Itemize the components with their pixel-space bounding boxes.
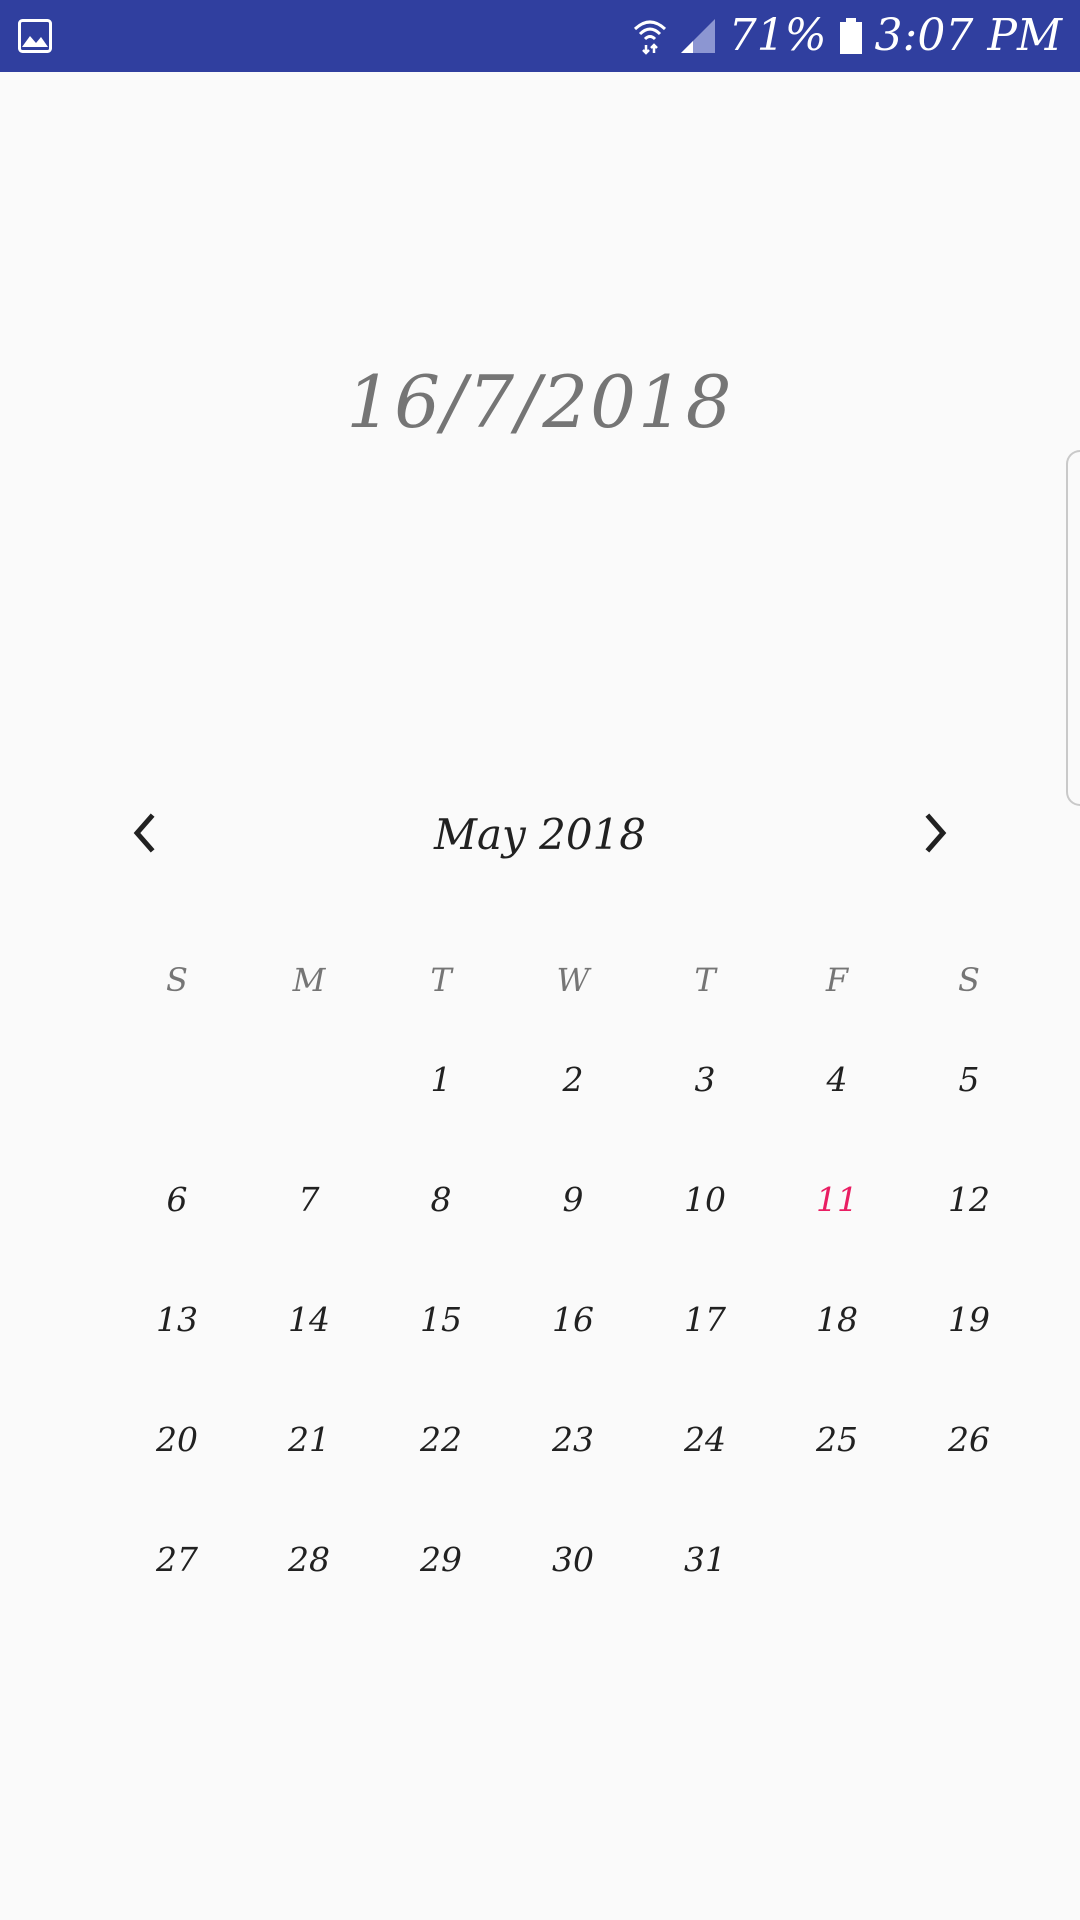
status-bar: 71% 3:07 PM (0, 0, 1080, 72)
day-cell[interactable]: 31 (639, 1500, 771, 1620)
day-cell[interactable]: 28 (243, 1500, 375, 1620)
day-cell[interactable]: 6 (111, 1140, 243, 1260)
day-cell[interactable]: 18 (771, 1260, 903, 1380)
day-cell-empty (903, 1500, 1035, 1620)
clock-time: 3:07 PM (874, 10, 1062, 61)
weekday-label: W (556, 961, 590, 999)
weekday-label: T (694, 961, 716, 999)
battery-icon (839, 17, 863, 55)
month-title: May 2018 (433, 810, 646, 859)
week-row: 20 21 22 23 24 25 26 (111, 1380, 992, 1500)
day-cell[interactable]: 24 (639, 1380, 771, 1500)
day-cell[interactable]: 7 (243, 1140, 375, 1260)
week-row: 6 7 8 9 10 11 12 (111, 1140, 992, 1260)
gallery-icon (18, 19, 52, 53)
day-cell[interactable]: 4 (771, 1020, 903, 1140)
weekday-label: S (958, 961, 980, 999)
day-cell[interactable]: 22 (375, 1380, 507, 1500)
battery-percent: 71% (728, 10, 827, 61)
day-cell[interactable]: 17 (639, 1260, 771, 1380)
day-cell[interactable]: 8 (375, 1140, 507, 1260)
day-cell[interactable]: 21 (243, 1380, 375, 1500)
day-cell[interactable]: 13 (111, 1260, 243, 1380)
calendar-header: May 2018 (88, 790, 992, 880)
day-cell[interactable]: 29 (375, 1500, 507, 1620)
chevron-right-icon (921, 813, 951, 857)
weekday-label: M (292, 961, 326, 999)
signal-icon (679, 17, 717, 55)
day-cell[interactable]: 20 (111, 1380, 243, 1500)
weekday-label: S (166, 961, 188, 999)
day-cell[interactable]: 2 (507, 1020, 639, 1140)
edge-panel-handle[interactable] (1066, 450, 1080, 806)
day-cell[interactable]: 19 (903, 1260, 1035, 1380)
day-cell[interactable]: 27 (111, 1500, 243, 1620)
day-cell[interactable]: 5 (903, 1020, 1035, 1140)
day-cell-empty (243, 1020, 375, 1140)
day-cell[interactable]: 26 (903, 1380, 1035, 1500)
selected-date-display: 16/7/2018 (346, 360, 734, 444)
day-cell[interactable]: 15 (375, 1260, 507, 1380)
week-row: 13 14 15 16 17 18 19 (111, 1260, 992, 1380)
day-cell-empty (771, 1500, 903, 1620)
day-cell[interactable]: 1 (375, 1020, 507, 1140)
day-cell[interactable]: 10 (639, 1140, 771, 1260)
weekday-label: T (430, 961, 452, 999)
day-cell-today[interactable]: 11 (771, 1140, 903, 1260)
calendar-days-grid: 1 2 3 4 5 6 7 8 9 10 11 12 13 14 15 16 1… (88, 1020, 992, 1620)
weekday-header-row: S M T W T F S (111, 940, 992, 1020)
calendar-view: May 2018 S M T W T F S 1 2 3 4 5 6 7 8 9… (88, 790, 992, 1620)
day-cell[interactable]: 9 (507, 1140, 639, 1260)
week-row: 1 2 3 4 5 (111, 1020, 992, 1140)
weekday-label: F (825, 961, 849, 999)
day-cell[interactable]: 30 (507, 1500, 639, 1620)
status-indicators: 71% 3:07 PM (633, 0, 1062, 72)
day-cell-empty (111, 1020, 243, 1140)
day-cell[interactable]: 23 (507, 1380, 639, 1500)
day-cell[interactable]: 25 (771, 1380, 903, 1500)
wifi-icon (633, 17, 667, 55)
day-cell[interactable]: 14 (243, 1260, 375, 1380)
next-month-button[interactable] (903, 802, 969, 868)
day-cell[interactable]: 3 (639, 1020, 771, 1140)
day-cell[interactable]: 12 (903, 1140, 1035, 1260)
day-cell[interactable]: 16 (507, 1260, 639, 1380)
week-row: 27 28 29 30 31 (111, 1500, 992, 1620)
